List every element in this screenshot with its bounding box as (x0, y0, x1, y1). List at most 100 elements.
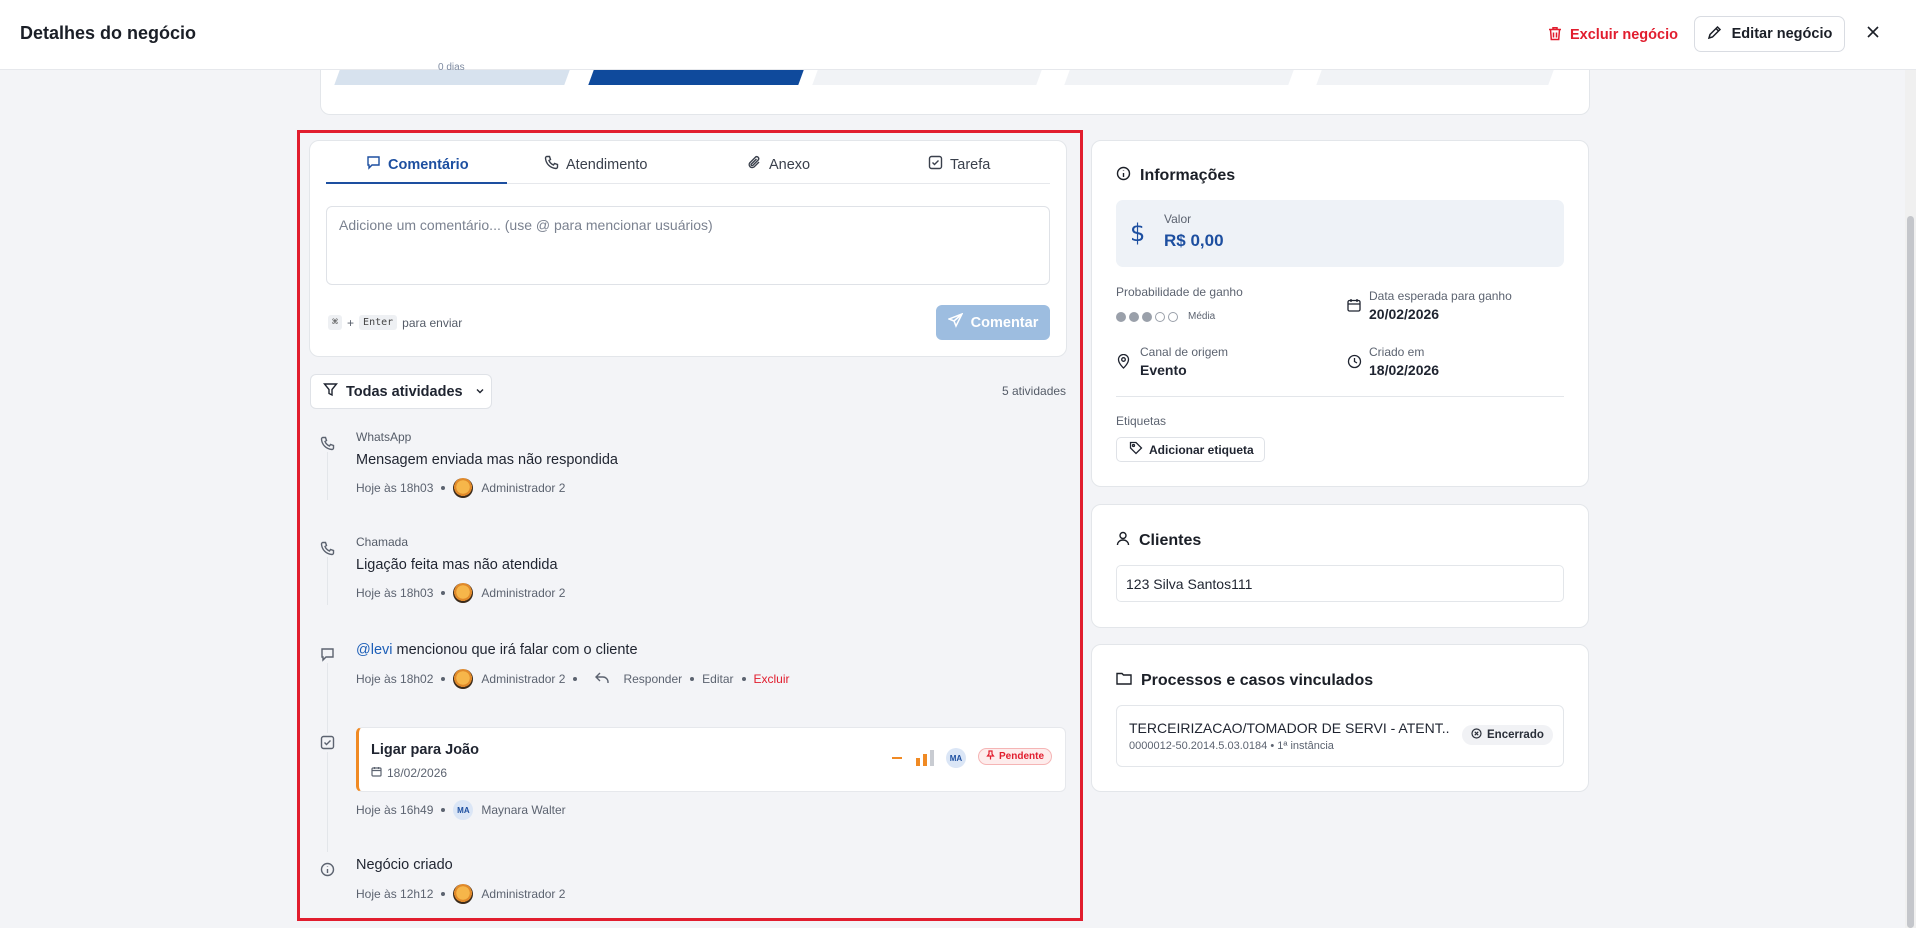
priority-dash-icon (892, 757, 902, 759)
active-tab-indicator (326, 182, 507, 184)
status-label: Pendente (999, 751, 1045, 762)
clients-title-label: Clientes (1139, 532, 1202, 549)
divider (1116, 396, 1564, 397)
separator-dot (690, 677, 695, 681)
edit-deal-button[interactable]: Editar negócio (1694, 16, 1845, 52)
reply-icon[interactable] (595, 672, 610, 687)
delete-link[interactable]: Excluir (754, 672, 790, 686)
checkbox-icon (318, 733, 336, 751)
process-title: TERCEIRIZACAO/TOMADOR DE SERVI - ATENT..… (1129, 720, 1449, 736)
delete-deal-button[interactable]: Excluir negócio (1548, 21, 1678, 49)
expected-date-label: Data esperada para ganho (1369, 289, 1512, 303)
pipeline-stage-2[interactable] (588, 70, 804, 85)
user-icon (1116, 531, 1130, 551)
client-item[interactable]: 123 Silva Santos111 (1116, 565, 1564, 602)
activity-time: Hoje às 18h02 (356, 672, 434, 686)
scrollbar-thumb[interactable] (1907, 216, 1914, 928)
edit-deal-label: Editar negócio (1731, 26, 1833, 42)
pin-icon (986, 750, 995, 763)
reply-link[interactable]: Responder (623, 672, 682, 686)
paperclip-icon (747, 155, 762, 174)
assignee-avatar: MA (946, 748, 966, 768)
filter-icon (323, 382, 338, 401)
pipeline-stage-5[interactable] (1316, 70, 1554, 85)
composer-tabs: Comentário Atendimento Anexo Tarefa (326, 145, 1050, 184)
task-due-date: 18/02/2026 (371, 766, 447, 780)
processes-title-label: Processos e casos vinculados (1141, 671, 1374, 689)
probability-dot (1142, 311, 1152, 322)
deal-value-box: $ Valor R$ 0,00 (1116, 200, 1564, 267)
activity-time: Hoje às 16h49 (356, 803, 434, 817)
activity-text: Ligação feita mas não atendida (356, 557, 558, 573)
clients-title: Clientes (1116, 531, 1201, 551)
status-badge: Pendente (978, 748, 1053, 765)
activity-author: Administrador 2 (481, 672, 566, 686)
pipeline-stage-3[interactable] (812, 70, 1042, 85)
close-icon (1867, 25, 1879, 43)
probability-indicator: Média (1116, 311, 1215, 322)
activity-time: Hoje às 18h03 (356, 481, 434, 495)
avatar (453, 583, 474, 603)
trash-icon (1548, 26, 1562, 45)
activity-meta: Hoje às 12h12 Administrador 2 (356, 884, 565, 904)
close-circle-icon (1471, 728, 1482, 742)
avatar (453, 669, 474, 689)
chevron-down-icon (475, 384, 485, 400)
info-icon (318, 860, 336, 878)
task-title: Ligar para João (371, 742, 479, 758)
send-icon (946, 312, 964, 332)
tab-attachment-label: Anexo (769, 156, 811, 173)
submit-comment-button[interactable]: Comentar (936, 305, 1050, 340)
delete-deal-label: Excluir negócio (1570, 27, 1678, 43)
avatar (453, 478, 474, 498)
close-button[interactable] (1862, 22, 1884, 46)
value-label: Valor (1164, 212, 1192, 226)
phone-icon (544, 155, 559, 174)
process-instance: 1ª instância (1277, 740, 1334, 752)
timeline-line (327, 557, 328, 605)
probability-dot (1116, 311, 1126, 322)
task-card[interactable]: Ligar para João 18/02/2026 MA Pendente (356, 727, 1066, 792)
tab-service-label: Atendimento (566, 156, 648, 173)
pipeline-stages (320, 70, 1590, 115)
activity-count: 5 atividades (1002, 384, 1067, 398)
hint-plus: + (347, 315, 355, 330)
activity-meta: Hoje às 16h49 MA Maynara Walter (356, 800, 566, 820)
avatar: MA (453, 800, 474, 820)
cmd-key: ⌘ (328, 315, 343, 330)
separator-dot (441, 892, 446, 896)
separator-dot (441, 677, 446, 681)
tab-comment[interactable]: Comentário (366, 145, 469, 184)
expected-date-value: 20/02/2026 (1369, 306, 1440, 322)
activity-filter-dropdown[interactable]: Todas atividades (310, 374, 492, 409)
timeline-line (327, 452, 328, 500)
add-tag-button[interactable]: Adicionar etiqueta (1116, 437, 1265, 462)
comment-body: mencionou que irá falar com o cliente (396, 642, 638, 658)
activity-meta: Hoje às 18h03 Administrador 2 (356, 583, 565, 603)
phone-icon (318, 434, 336, 452)
activity-meta: Hoje às 18h02 Administrador 2 Responder … (356, 669, 790, 689)
location-pin-icon (1117, 353, 1130, 374)
tab-task[interactable]: Tarefa (928, 145, 990, 184)
info-icon (1116, 166, 1131, 186)
activity-time: Hoje às 18h03 (356, 586, 434, 600)
edit-link[interactable]: Editar (702, 672, 733, 686)
created-value: 18/02/2026 (1369, 362, 1440, 378)
user-mention[interactable]: @levi (356, 642, 392, 658)
process-item[interactable]: TERCEIRIZACAO/TOMADOR DE SERVI - ATENT..… (1116, 705, 1564, 767)
message-icon (366, 155, 381, 174)
tab-service[interactable]: Atendimento (544, 145, 647, 184)
activity-author: Administrador 2 (481, 481, 566, 495)
avatar (453, 884, 474, 904)
comment-input[interactable]: Adicione um comentário... (use @ para me… (326, 206, 1050, 285)
activity-type: Chamada (356, 535, 409, 549)
clock-icon (1347, 354, 1362, 374)
pipeline-stage-4[interactable] (1064, 70, 1294, 85)
tab-attachment[interactable]: Anexo (747, 145, 810, 184)
hint-text: para enviar (402, 315, 463, 330)
status-badge: Encerrado (1462, 725, 1553, 745)
scrollbar[interactable] (1905, 70, 1916, 928)
tag-icon (1129, 441, 1143, 458)
add-tag-label: Adicionar etiqueta (1149, 442, 1254, 457)
separator-dot (441, 486, 446, 490)
